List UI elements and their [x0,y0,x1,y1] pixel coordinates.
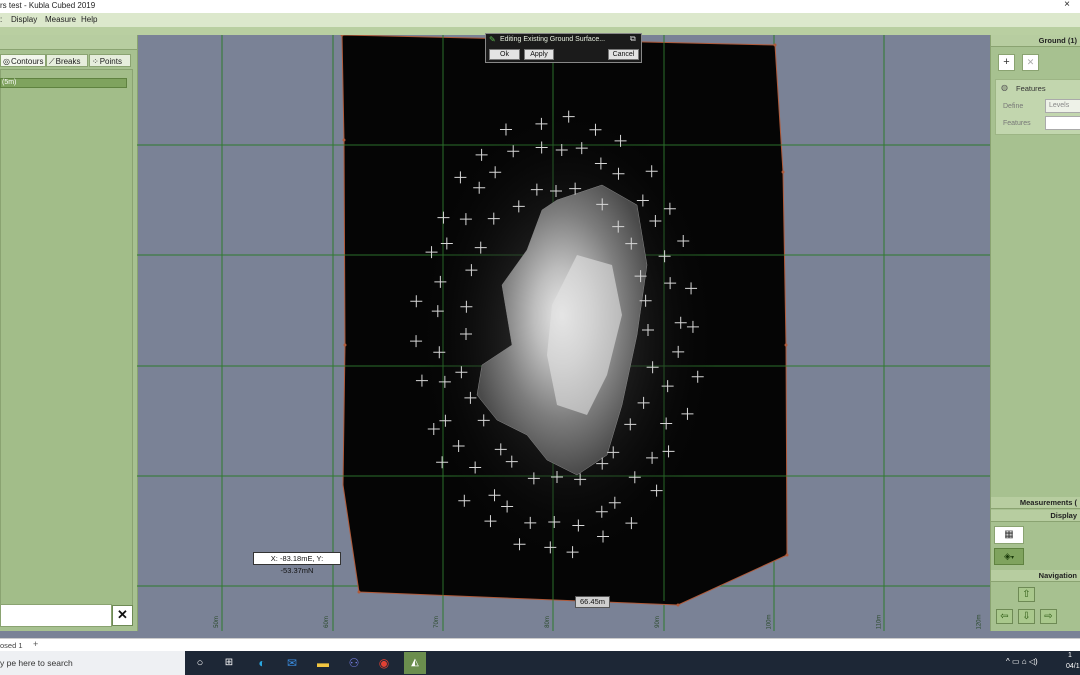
left-panel-header [0,35,137,50]
clock-date[interactable]: 04/1 [1066,663,1080,670]
display-mode-button[interactable]: ▦ [994,526,1024,544]
measurements-header[interactable]: Measurements ( [991,497,1080,509]
define-label: Define [1003,103,1024,110]
search-placeholder: y pe here to search [0,658,73,668]
add-ground-button[interactable]: + [998,54,1015,71]
close-icon[interactable]: ✕ [112,605,133,626]
chrome-icon[interactable]: ◉ [375,654,393,672]
axis-label: 110m [876,614,883,630]
pencil-icon: ✎ [489,35,496,44]
surface-display-icon: ▦ [1004,529,1014,540]
right-panel: Ground (1) + ✕ ◍ Features Define Levels … [990,35,1080,631]
task-view-icon[interactable]: ○ [191,654,209,672]
features-icon: ◍ [1001,83,1008,92]
axis-label: 120m [976,614,983,630]
tab-contours[interactable]: ◎Contours [0,54,46,67]
system-tray-icons[interactable]: ^ ▭ ⌂ ◁) [1006,657,1038,666]
nav-right-button[interactable]: ⇨ [1040,609,1057,624]
features-field[interactable] [1045,116,1080,130]
3d-viewport[interactable]: 50m 60m 70m 80m 90m 100m 110m 120m [137,33,990,631]
taskbar-search[interactable]: y pe here to search [0,651,185,675]
chevron-down-icon: ▾ [1010,555,1014,561]
menu-bar: : Display Measure Help [0,13,1080,28]
tab-breaks[interactable]: ⟋Breaks [46,54,88,67]
edit-ground-dialog: ✎ Editing Existing Ground Surface... ⧉ O… [485,33,642,63]
axis-label: 50m [213,616,220,628]
axis-label: 60m [323,616,330,628]
title-bar: rs test - Kubla Cubed 2019 × [0,0,1080,13]
left-panel-input[interactable] [0,604,112,627]
mail-icon[interactable]: ✉ [283,654,301,672]
menu-item-display[interactable]: Display [11,15,37,24]
file-explorer-icon[interactable]: ▬ [314,654,332,672]
breaks-icon: ⟋ [49,57,55,66]
cancel-button[interactable]: Cancel [608,49,639,60]
dialog-title: Editing Existing Ground Surface... [500,36,606,43]
edge-browser-icon[interactable]: ◐ [253,654,271,672]
document-tabs: osed 1 + [0,638,1080,652]
teams-icon[interactable]: ⚇ [345,654,363,672]
tab-points[interactable]: ⁘Points [89,54,131,67]
nav-down-button[interactable]: ⇩ [1018,609,1035,624]
tab-contours-label: Contours [10,57,44,66]
distance-label: 66.45m [575,596,610,608]
axis-label: 100m [766,614,773,630]
tab-points-label: Points [99,57,122,66]
kubla-cubed-icon[interactable]: ◭ [404,652,426,674]
axis-label: 70m [433,616,440,628]
document-tab[interactable]: osed 1 [0,641,23,650]
coordinate-readout: X: -83.18mE, Y: -53.37mN [253,552,341,575]
points-icon: ⁘ [92,57,99,66]
left-panel: ◎Contours ⟋Breaks ⁘Points (5m) [0,35,138,631]
apply-button[interactable]: Apply [524,49,554,60]
menu-item-help[interactable]: Help [81,15,97,24]
menu-item-measure[interactable]: Measure [45,15,76,24]
axis-label: 90m [654,616,661,628]
define-select[interactable]: Levels [1045,99,1080,113]
add-tab-button[interactable]: + [33,639,38,649]
features-section: ◍ Features Define Levels Features [995,79,1080,135]
clock-time[interactable]: 1 [1068,652,1072,659]
features-label: Features [1016,84,1046,93]
ok-button[interactable]: Ok [489,49,520,60]
ground-surface-canvas[interactable] [137,33,990,631]
contour-list[interactable] [0,69,133,624]
display-header: Display [991,510,1080,522]
nav-left-button[interactable]: ⇦ [996,609,1013,624]
popout-icon[interactable]: ⧉ [630,34,636,44]
axis-label: 80m [544,616,551,628]
menu-item-file[interactable]: : [0,15,2,24]
layers-icon: ◈ [1004,551,1011,561]
navigation-header: Navigation [991,570,1080,582]
features-field-label: Features [1003,120,1031,127]
window-title: rs test - Kubla Cubed 2019 [0,1,96,10]
list-item[interactable]: (5m) [0,78,127,88]
taskbar: y pe here to search ○ ⊞ ◐ ✉ ▬ ⚇ ◉ ◭ ^ ▭ … [0,651,1080,675]
close-window-icon[interactable]: × [1064,0,1070,10]
ground-header: Ground (1) [991,35,1080,47]
display-style-dropdown[interactable]: ◈▾ [994,548,1024,565]
delete-ground-button[interactable]: ✕ [1022,54,1039,71]
tab-breaks-label: Breaks [55,57,81,66]
contours-icon: ◎ [3,57,10,66]
widgets-icon[interactable]: ⊞ [220,654,238,672]
nav-up-button[interactable]: ⇧ [1018,587,1035,602]
